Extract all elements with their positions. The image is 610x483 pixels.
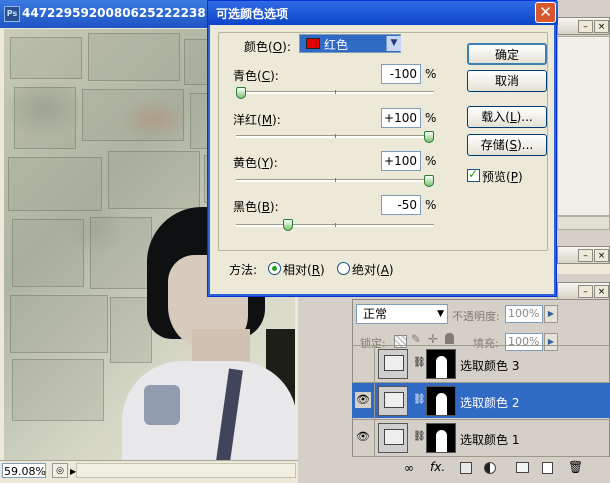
- panel-body: [557, 36, 610, 216]
- close-icon[interactable]: ×: [594, 249, 609, 262]
- eye-icon[interactable]: 👁: [355, 392, 371, 408]
- fx-icon[interactable]: fx.: [430, 460, 445, 474]
- chain-link-icon[interactable]: ⛓: [413, 357, 426, 368]
- layer-name: 选取颜色 3: [460, 359, 520, 373]
- layer-name: 选取颜色 1: [460, 433, 520, 447]
- chevron-down-icon: ▼: [437, 309, 444, 319]
- magenta-slider-thumb[interactable]: [424, 131, 434, 143]
- zoom-field[interactable]: 59.08%: [2, 463, 46, 478]
- layers-footer: ∞ fx. 🗑: [352, 456, 610, 482]
- absolute-radio[interactable]: [337, 262, 350, 275]
- layer-mask-thumbnail[interactable]: [426, 349, 456, 379]
- black-label: 黑色(B):: [233, 200, 279, 214]
- adjustment-thumbnail-icon: [378, 423, 408, 453]
- yellow-label: 黄色(Y):: [233, 156, 278, 170]
- minimize-icon[interactable]: –: [578, 285, 593, 298]
- colors-dropdown[interactable]: 红色 ▼: [299, 34, 401, 53]
- layer-mask-thumbnail[interactable]: [426, 423, 456, 453]
- close-icon[interactable]: ✕: [535, 2, 556, 23]
- navigator-icon[interactable]: ◎: [52, 463, 68, 478]
- checkmark-icon: ✓: [468, 167, 479, 181]
- yellow-input[interactable]: +100: [381, 151, 421, 171]
- panel-tab-strip[interactable]: – ×: [557, 17, 610, 35]
- black-input[interactable]: -50: [381, 195, 421, 215]
- yellow-unit: %: [425, 154, 437, 168]
- chevron-down-icon: ▼: [386, 36, 401, 51]
- layer-row[interactable]: 👁 ⛓ 选取颜色 1: [352, 419, 610, 456]
- black-unit: %: [425, 198, 437, 212]
- document-title: 4472295920080625222238: [22, 6, 206, 20]
- save-button[interactable]: 存储(S)...: [467, 134, 547, 156]
- colors-label: 颜色(O):: [244, 40, 291, 54]
- lock-position-icon[interactable]: ✛: [428, 332, 438, 346]
- red-swatch-icon: [306, 38, 320, 49]
- blend-mode-select[interactable]: 正常 ▼: [356, 304, 448, 324]
- close-icon[interactable]: ×: [594, 20, 609, 33]
- opacity-label: 不透明度:: [452, 310, 500, 323]
- method-label: 方法:: [229, 263, 258, 277]
- blend-mode-value: 正常: [363, 307, 388, 321]
- minimize-icon[interactable]: –: [578, 20, 593, 33]
- visibility-toggle[interactable]: [355, 355, 371, 371]
- colors-dropdown-value: 红色: [324, 38, 349, 52]
- panel-tab-strip-2[interactable]: – ×: [557, 246, 610, 264]
- magenta-label: 洋红(M):: [233, 113, 281, 127]
- cyan-label: 青色(C):: [233, 69, 279, 83]
- layer-row[interactable]: ⛓ 选取颜色 3: [352, 345, 610, 382]
- cyan-slider-thumb[interactable]: [236, 87, 246, 99]
- cyan-input[interactable]: -100: [381, 64, 421, 84]
- adjustment-thumbnail-icon: [378, 386, 408, 416]
- cancel-button[interactable]: 取消: [467, 70, 547, 92]
- preview-label[interactable]: 预览(P): [482, 168, 523, 185]
- black-slider-thumb[interactable]: [283, 219, 293, 231]
- relative-radio[interactable]: [268, 262, 281, 275]
- trash-icon[interactable]: 🗑: [568, 460, 583, 474]
- dialog-title: 可选颜色选项: [216, 7, 289, 21]
- load-button[interactable]: 载入(L)...: [467, 106, 547, 128]
- photoshop-icon: Ps: [4, 6, 20, 22]
- adjustment-thumbnail-icon: [378, 349, 408, 379]
- layer-row-selected[interactable]: 👁 ⛓ 选取颜色 2: [352, 382, 610, 419]
- magenta-unit: %: [425, 111, 437, 125]
- adjustment-layer-icon[interactable]: [484, 462, 496, 474]
- preview-checkbox[interactable]: ✓: [467, 167, 480, 182]
- relative-radio-label[interactable]: 相对(R): [283, 261, 325, 278]
- panel-tab-strip-3[interactable]: – ×: [557, 282, 610, 300]
- close-icon[interactable]: ×: [594, 285, 609, 298]
- link-icon[interactable]: ∞: [404, 461, 414, 475]
- new-layer-icon[interactable]: [542, 462, 553, 474]
- horizontal-scrollbar[interactable]: [76, 463, 296, 478]
- opacity-input[interactable]: 100%: [505, 305, 543, 323]
- dialog-title-bar[interactable]: 可选颜色选项: [208, 1, 558, 25]
- ok-button[interactable]: 确定: [467, 43, 547, 65]
- chain-link-icon[interactable]: ⛓: [413, 394, 426, 405]
- lock-pixels-icon[interactable]: ✎: [411, 332, 421, 346]
- opacity-slider-arrow-icon[interactable]: ▶: [544, 305, 558, 323]
- add-mask-icon[interactable]: [460, 462, 472, 474]
- eye-icon[interactable]: 👁: [355, 429, 371, 445]
- yellow-slider-thumb[interactable]: [424, 175, 434, 187]
- cyan-unit: %: [425, 67, 437, 81]
- absolute-radio-label[interactable]: 绝对(A): [352, 261, 394, 278]
- layer-name: 选取颜色 2: [460, 396, 520, 410]
- folder-icon[interactable]: [516, 462, 529, 473]
- chain-link-icon[interactable]: ⛓: [413, 431, 426, 442]
- magenta-input[interactable]: +100: [381, 108, 421, 128]
- panel-footer: [557, 216, 610, 230]
- layer-mask-thumbnail[interactable]: [426, 386, 456, 416]
- lock-all-icon[interactable]: [445, 333, 454, 344]
- minimize-icon[interactable]: –: [578, 249, 593, 262]
